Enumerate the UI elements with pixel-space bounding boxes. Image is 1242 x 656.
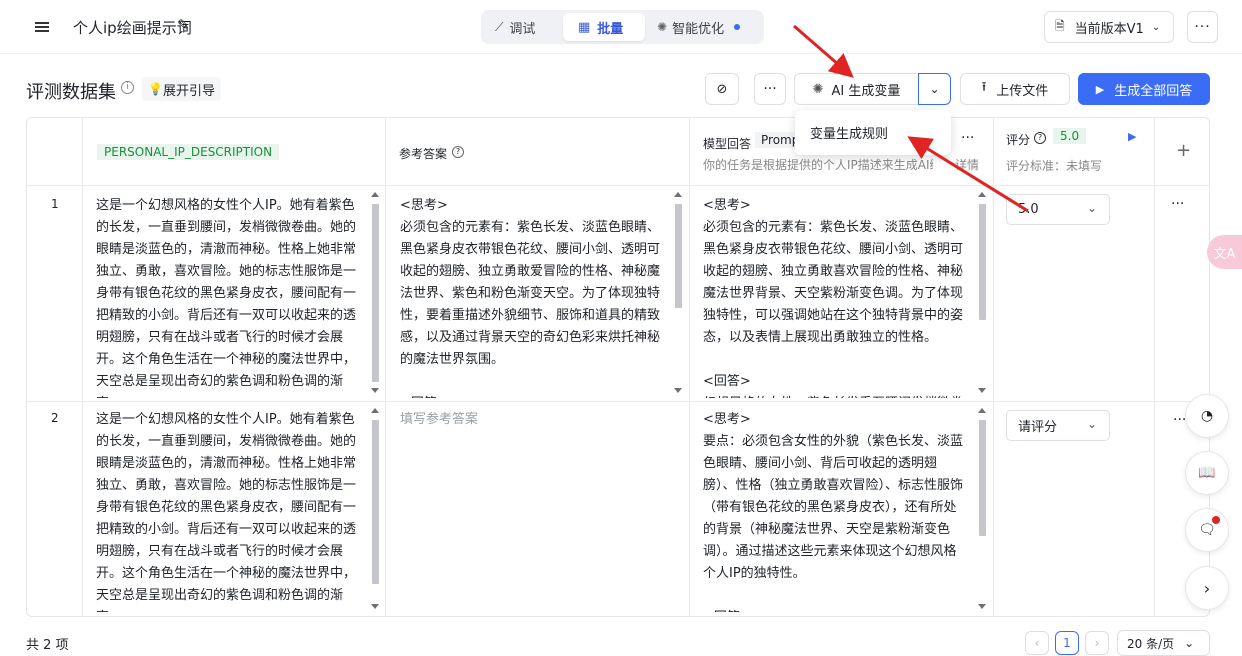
message-icon: 🗨 bbox=[1198, 522, 1216, 538]
headset-icon: ◔ bbox=[1200, 408, 1214, 424]
docs-button[interactable]: 📖 bbox=[1185, 451, 1229, 495]
arrow-to-ai-generate bbox=[793, 24, 854, 78]
collapse-button[interactable]: › bbox=[1185, 566, 1229, 610]
arrow-to-rules bbox=[907, 136, 1029, 213]
chevron-down-icon: ⌄ bbox=[1184, 636, 1195, 650]
notification-dot bbox=[1212, 516, 1220, 524]
page-1-button[interactable]: 1 bbox=[1055, 631, 1079, 655]
support-button[interactable]: ◔ bbox=[1185, 394, 1229, 438]
page-size-select[interactable]: 20 条/页 ⌄ bbox=[1117, 630, 1210, 656]
next-page-button[interactable]: › bbox=[1085, 631, 1109, 655]
chevron-right-icon: › bbox=[1094, 636, 1100, 650]
prev-page-button[interactable]: ‹ bbox=[1025, 631, 1049, 655]
total-count: 共 2 项 bbox=[26, 638, 69, 653]
annotation-arrows bbox=[793, 24, 1029, 213]
chevron-left-icon: ‹ bbox=[1034, 636, 1040, 650]
translate-widget[interactable]: 文A bbox=[1207, 235, 1242, 269]
translate-icon: 文A bbox=[1213, 246, 1236, 262]
feedback-button[interactable]: 🗨 bbox=[1185, 508, 1229, 552]
book-icon: 📖 bbox=[1198, 465, 1216, 481]
chevron-right-icon: › bbox=[1203, 578, 1211, 598]
